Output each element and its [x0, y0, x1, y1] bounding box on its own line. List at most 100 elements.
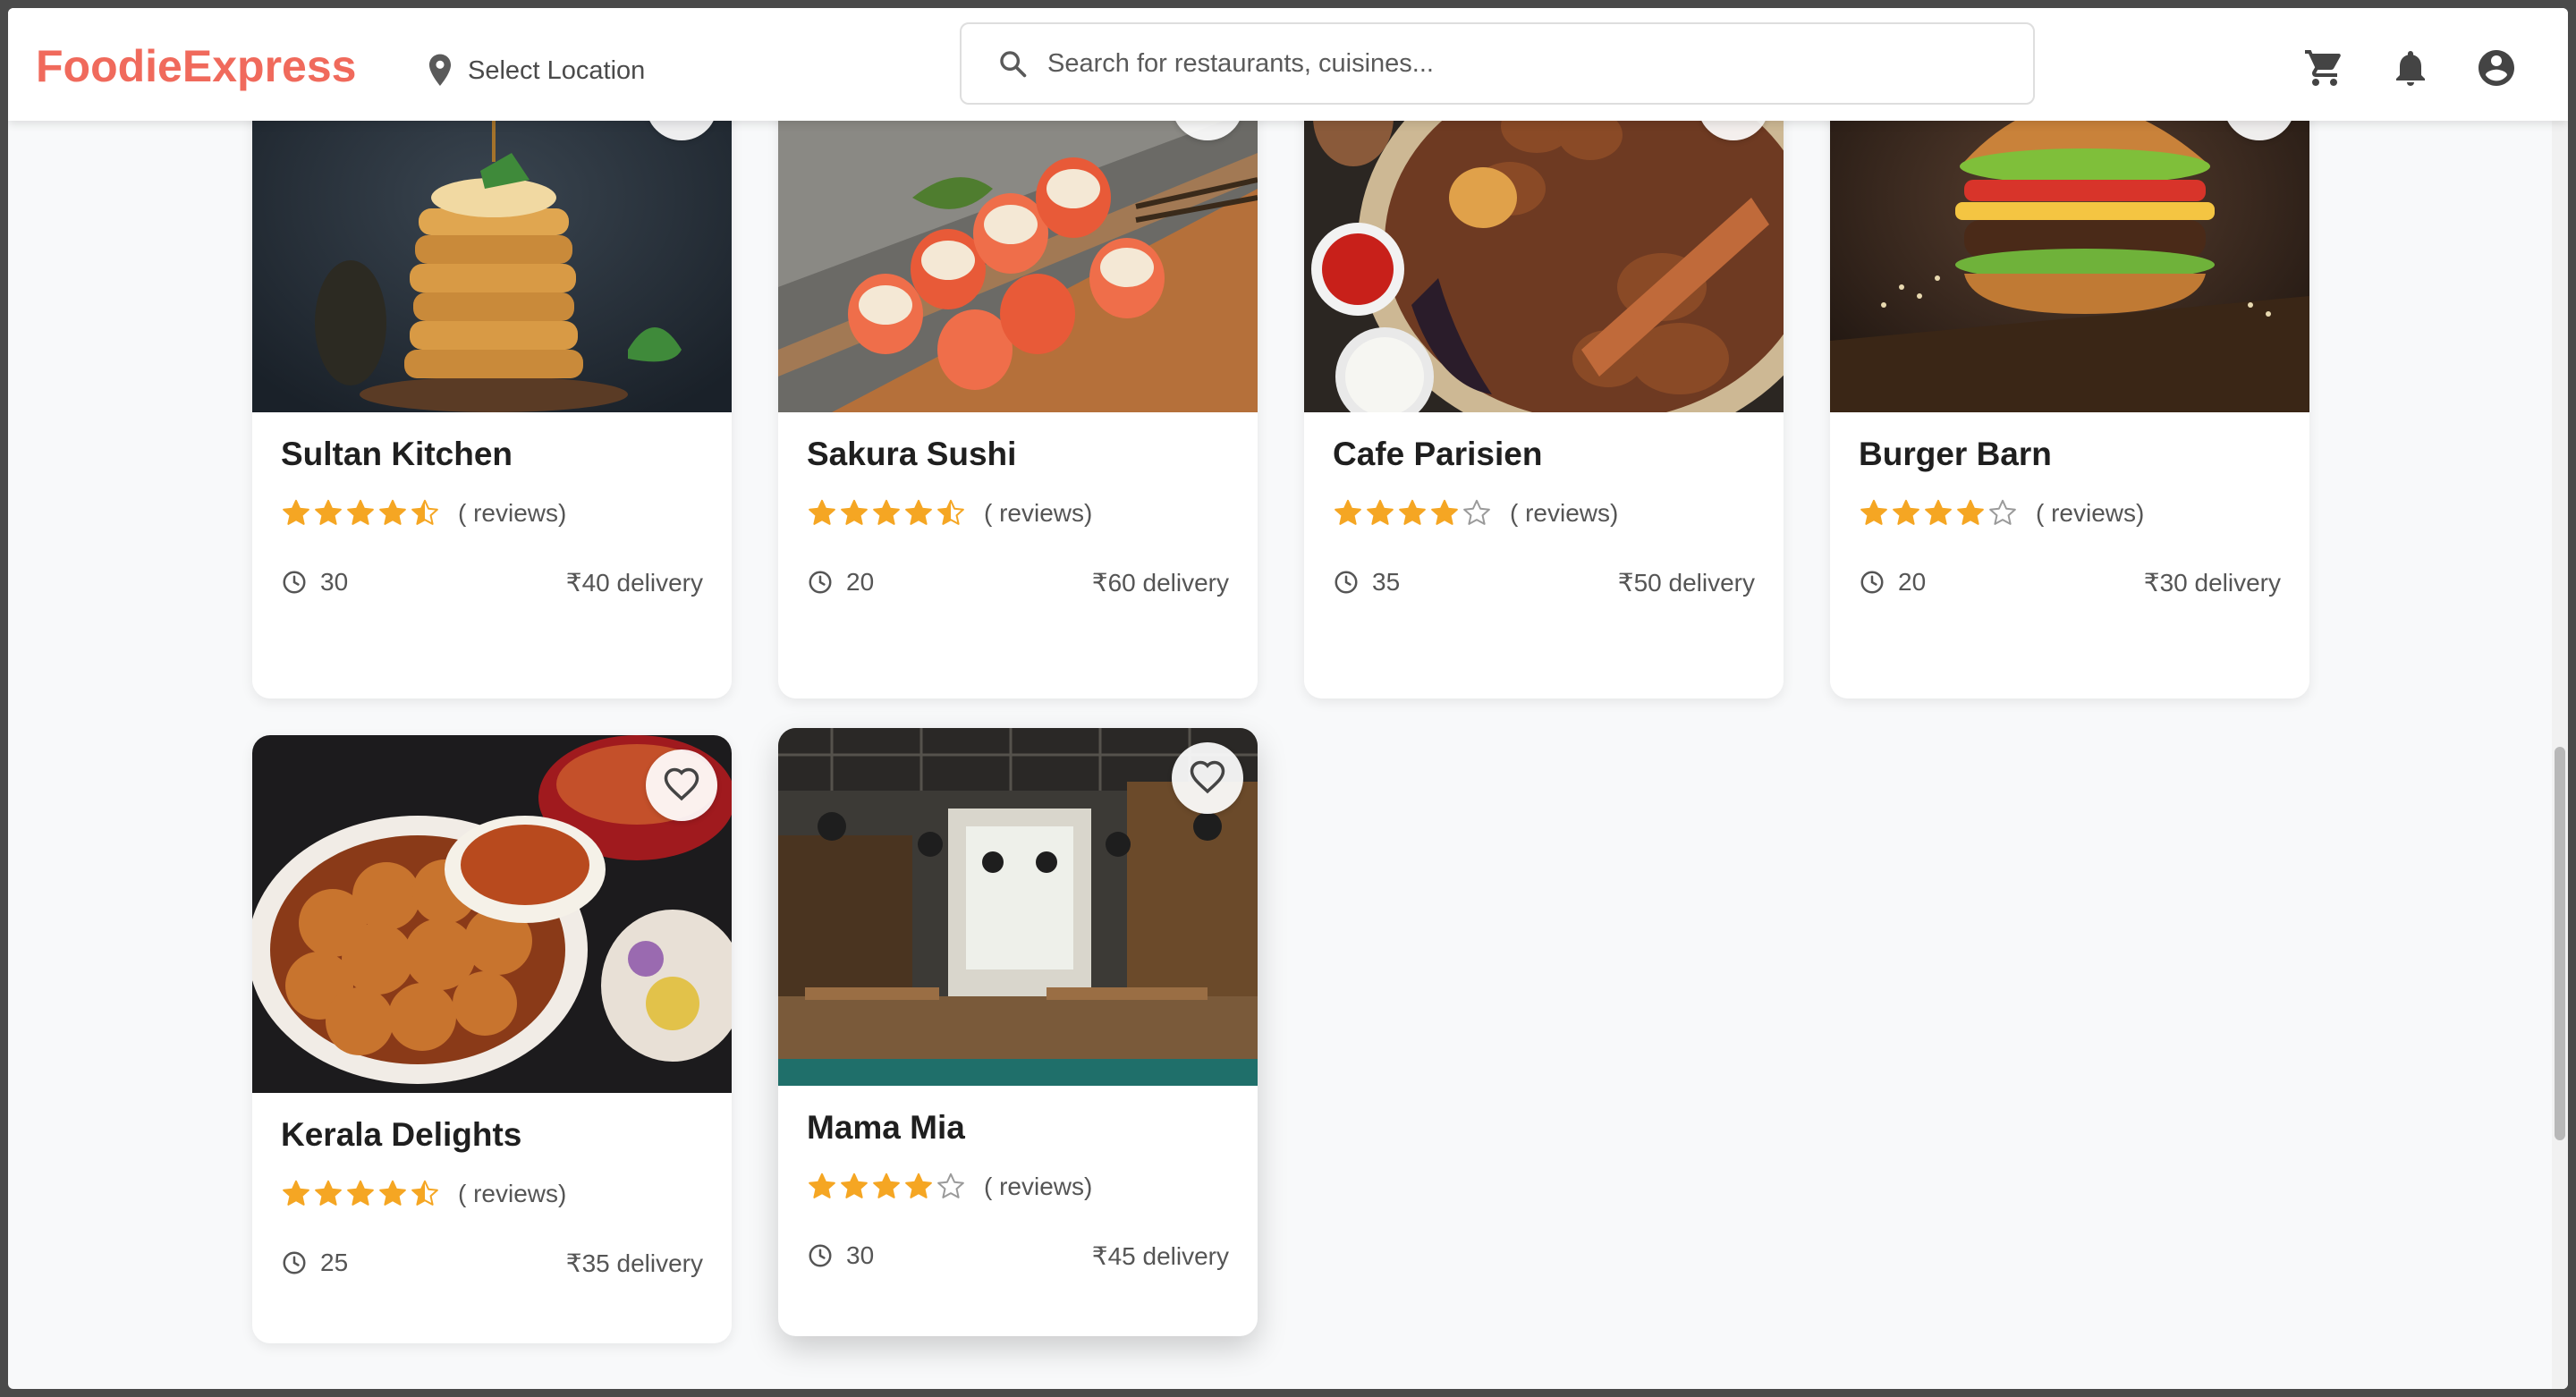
- search-bar[interactable]: [960, 22, 2035, 105]
- star-full-icon: [1399, 499, 1426, 525]
- reviews-label: ( reviews): [458, 1180, 567, 1207]
- delivery-time: 35: [1333, 568, 1400, 597]
- card-meta: 30 ₹45 delivery: [807, 1238, 1229, 1274]
- star-full-icon: [379, 1180, 406, 1206]
- card-meta: 30 ₹40 delivery: [281, 564, 703, 600]
- restaurant-name: Kerala Delights: [281, 1116, 522, 1153]
- delivery-time: 30: [807, 1241, 874, 1270]
- favorite-button[interactable]: [646, 749, 717, 821]
- star-full-icon: [347, 499, 374, 525]
- star-full-icon: [905, 1173, 932, 1198]
- search-icon: [1000, 51, 1027, 78]
- star-full-icon: [841, 499, 868, 525]
- app-window: FoodieExpress Select Location Search for…: [8, 8, 2568, 1389]
- star-full-icon: [347, 1180, 374, 1206]
- rating-row: ( reviews): [1859, 498, 2144, 529]
- delivery-time: 25: [281, 1249, 348, 1277]
- reviews-label: ( reviews): [984, 499, 1093, 527]
- restaurant-name: Mama Mia: [807, 1109, 965, 1146]
- restaurant-card[interactable]: Sultan Kitchen ( reviews) 30 ₹40 deliver…: [252, 55, 732, 698]
- cart-icon[interactable]: [2303, 47, 2346, 89]
- delivery-time: 20: [1859, 568, 1926, 597]
- clock-icon: [283, 571, 306, 594]
- delivery-fee: ₹30 delivery: [2143, 568, 2281, 597]
- delivery-time-value: 30: [846, 1241, 875, 1269]
- star-full-icon: [315, 1180, 342, 1206]
- reviews-label: ( reviews): [458, 499, 567, 527]
- heart-outline-icon: [664, 767, 699, 801]
- star-full-icon: [1335, 499, 1361, 525]
- clock-icon: [283, 1251, 306, 1274]
- delivery-time-value: 25: [320, 1249, 349, 1276]
- location-selector[interactable]: Select Location: [425, 46, 645, 96]
- delivery-time: 20: [807, 568, 874, 597]
- star-full-icon: [905, 499, 932, 525]
- star-full-icon: [873, 1173, 900, 1198]
- card-meta: 25 ₹35 delivery: [281, 1245, 703, 1281]
- restaurant-name: Cafe Parisien: [1333, 436, 1543, 472]
- card-meta: 20 ₹30 delivery: [1859, 564, 2281, 600]
- star-full-icon: [1860, 499, 1887, 525]
- delivery-time-value: 30: [320, 568, 349, 596]
- heart-outline-icon: [1190, 760, 1225, 794]
- restaurant-card[interactable]: Kerala Delights ( reviews) 25 ₹35 delive…: [252, 735, 732, 1343]
- reviews-label: ( reviews): [1510, 499, 1619, 527]
- delivery-fee: ₹35 delivery: [565, 1249, 703, 1277]
- location-label: Select Location: [468, 55, 646, 85]
- restaurant-name: Burger Barn: [1859, 436, 2052, 472]
- star-full-icon: [1957, 499, 1984, 525]
- star-rating: [807, 1172, 966, 1202]
- favorite-button[interactable]: [1172, 742, 1243, 814]
- star-empty-icon: [1463, 499, 1490, 525]
- rating-row: ( reviews): [281, 498, 566, 529]
- delivery-time-value: 20: [846, 568, 875, 596]
- rating-row: ( reviews): [281, 1179, 566, 1209]
- delivery-fee: ₹50 delivery: [1617, 568, 1755, 597]
- scrollbar-thumb[interactable]: [2555, 747, 2565, 1140]
- rating-row: ( reviews): [807, 498, 1092, 529]
- rating-row: ( reviews): [1333, 498, 1618, 529]
- star-full-icon: [809, 1173, 835, 1198]
- star-half-icon: [937, 499, 964, 525]
- delivery-fee: ₹45 delivery: [1091, 1241, 1229, 1270]
- star-rating: [281, 1179, 440, 1209]
- location-pin-icon: [428, 54, 452, 86]
- restaurant-name: Sultan Kitchen: [281, 436, 513, 472]
- star-full-icon: [809, 499, 835, 525]
- reviews-label: ( reviews): [984, 1173, 1093, 1200]
- search-input[interactable]: [1046, 47, 1944, 80]
- restaurant-card[interactable]: Sakura Sushi ( reviews) 20 ₹60 delivery: [778, 55, 1258, 698]
- delivery-time: 30: [281, 568, 348, 597]
- star-full-icon: [841, 1173, 868, 1198]
- star-full-icon: [1925, 499, 1952, 525]
- restaurant-name: Sakura Sushi: [807, 436, 1017, 472]
- brand-logo[interactable]: FoodieExpress: [36, 40, 356, 92]
- card-meta: 35 ₹50 delivery: [1333, 564, 1755, 600]
- restaurant-card[interactable]: Cafe Parisien ( reviews) 35 ₹50 delivery: [1304, 55, 1784, 698]
- delivery-fee: ₹60 delivery: [1091, 568, 1229, 597]
- bell-icon[interactable]: [2389, 47, 2432, 89]
- star-full-icon: [1893, 499, 1919, 525]
- star-full-icon: [1367, 499, 1394, 525]
- delivery-fee: ₹40 delivery: [565, 568, 703, 597]
- clock-icon: [1335, 571, 1358, 594]
- restaurant-card[interactable]: Burger Barn ( reviews) 20 ₹30 delivery: [1830, 55, 2309, 698]
- star-half-icon: [411, 499, 438, 525]
- account-circle-icon[interactable]: [2475, 47, 2518, 89]
- scrollbar-track[interactable]: [2552, 121, 2568, 1389]
- star-empty-icon: [937, 1173, 964, 1198]
- star-full-icon: [379, 499, 406, 525]
- star-rating: [807, 498, 966, 529]
- clock-icon: [809, 571, 832, 594]
- star-full-icon: [283, 499, 309, 525]
- star-full-icon: [315, 499, 342, 525]
- star-full-icon: [873, 499, 900, 525]
- star-rating: [1859, 498, 2018, 529]
- reviews-label: ( reviews): [2036, 499, 2145, 527]
- rating-row: ( reviews): [807, 1172, 1092, 1202]
- clock-icon: [809, 1244, 832, 1267]
- star-rating: [1333, 498, 1492, 529]
- star-half-icon: [411, 1180, 438, 1206]
- restaurant-card[interactable]: Mama Mia ( reviews) 30 ₹45 delivery: [778, 728, 1258, 1336]
- clock-icon: [1860, 571, 1884, 594]
